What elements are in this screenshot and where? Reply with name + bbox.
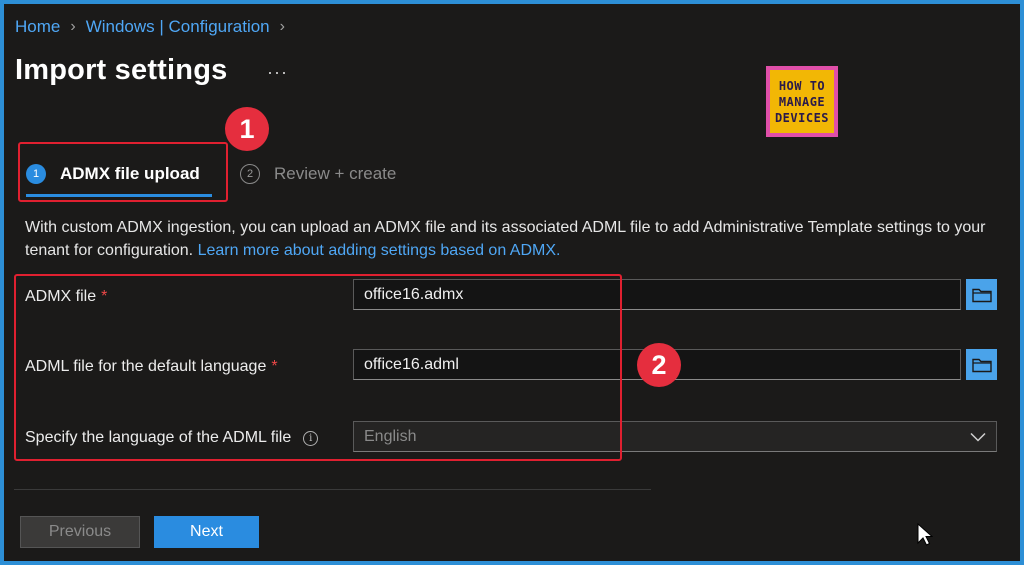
- page-title: Import settings: [15, 54, 228, 86]
- footer-divider: [14, 489, 651, 490]
- previous-button[interactable]: Previous: [20, 516, 140, 548]
- annotation-highlight-fields: [14, 274, 622, 461]
- chevron-right-icon: ›: [70, 18, 76, 35]
- chevron-down-icon: [970, 432, 986, 442]
- logo-line-1: HOW TO: [778, 78, 826, 93]
- annotation-highlight-step: [18, 142, 228, 202]
- annotation-badge-1: 1: [225, 107, 269, 151]
- chevron-right-icon: ›: [279, 18, 285, 35]
- step-number-2: 2: [240, 164, 260, 184]
- breadcrumb-home[interactable]: Home: [15, 17, 60, 37]
- app-frame: Home › Windows | Configuration › Import …: [4, 4, 1020, 561]
- step-review-create[interactable]: 2 Review + create: [240, 164, 396, 184]
- folder-icon: [971, 288, 992, 302]
- more-options-icon[interactable]: ···: [267, 62, 288, 83]
- logo-line-3: DEVICES: [774, 110, 830, 125]
- breadcrumb: Home › Windows | Configuration ›: [15, 17, 295, 37]
- next-button[interactable]: Next: [154, 516, 259, 548]
- breadcrumb-windows-configuration[interactable]: Windows | Configuration: [86, 17, 270, 37]
- learn-more-link[interactable]: Learn more about adding settings based o…: [198, 242, 561, 259]
- adml-browse-button[interactable]: [966, 349, 997, 380]
- logo-line-2: MANAGE: [778, 94, 826, 109]
- mouse-pointer-icon: [917, 523, 933, 546]
- annotation-badge-2: 2: [637, 343, 681, 387]
- how-to-manage-devices-logo: HOW TO MANAGE DEVICES: [766, 66, 838, 137]
- admx-browse-button[interactable]: [966, 279, 997, 310]
- description: With custom ADMX ingestion, you can uplo…: [25, 216, 1010, 262]
- step-label-2: Review + create: [274, 164, 397, 183]
- folder-icon: [971, 358, 992, 372]
